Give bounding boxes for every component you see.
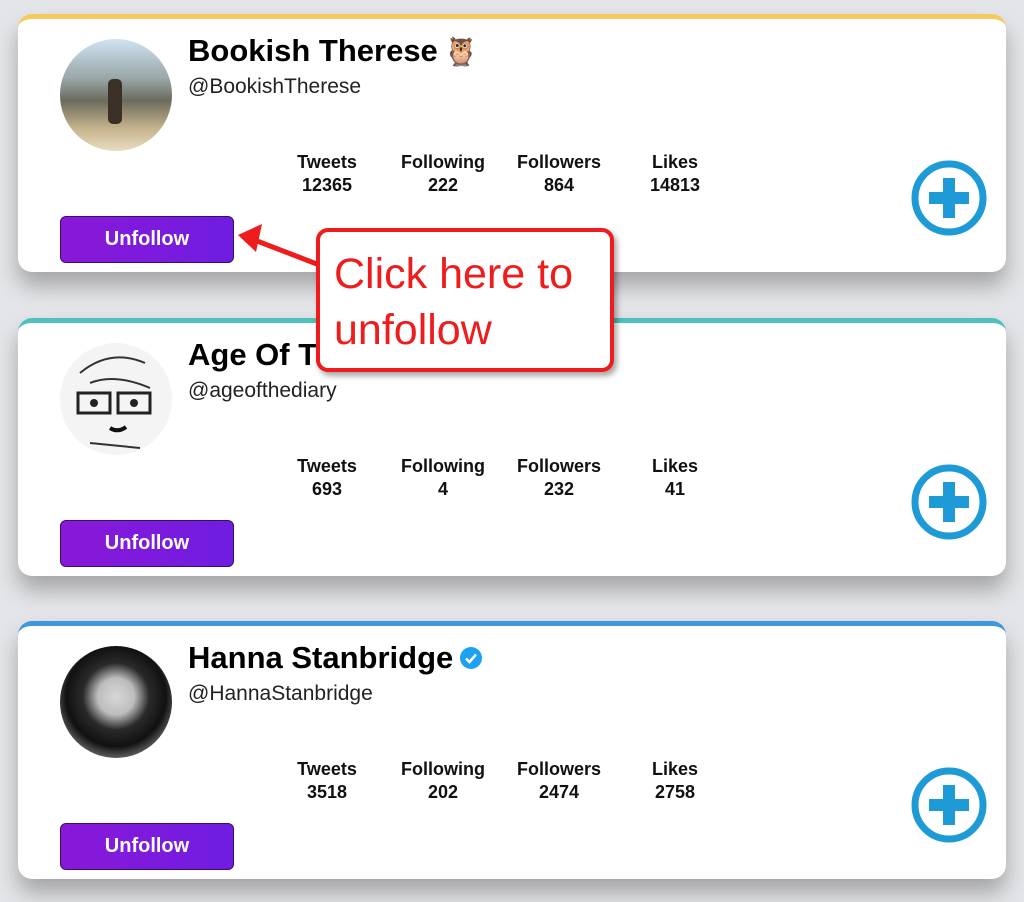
profile-handle: @ageofthediary <box>188 379 337 402</box>
plus-circle-icon[interactable] <box>910 159 988 237</box>
profile-name: Bookish Therese <box>188 33 438 68</box>
annotation-callout: Click here to unfollow <box>316 228 614 372</box>
stat-likes: Likes 41 <box>651 456 699 499</box>
stat-followers: Followers 232 <box>516 456 601 499</box>
stat-tweets: Tweets 3518 <box>297 759 357 802</box>
avatar <box>60 39 172 151</box>
stats: Tweets 693 Following 4 Followers 232 Likes 4… <box>269 455 733 501</box>
callout-line-1: Click here to <box>334 250 573 298</box>
verified-badge-icon <box>460 647 483 669</box>
stats: Tweets 12365 Following 222 Followers 864 Li… <box>269 151 733 197</box>
profile-name: Age Of T <box>188 337 318 372</box>
stat-following: Following 202 <box>401 759 485 802</box>
stat-likes: Likes 2758 <box>651 759 699 802</box>
profile-name: Hanna Stanbridge <box>188 640 454 675</box>
callout-line-2: unfollow <box>334 306 492 354</box>
avatar <box>60 646 172 758</box>
unfollow-button[interactable]: Unfollow <box>60 216 234 263</box>
unfollow-button[interactable]: Unfollow <box>60 520 234 567</box>
plus-circle-icon[interactable] <box>910 766 988 844</box>
profile-card: Hanna Stanbridge @HannaStanbridge Tweets… <box>18 621 1006 879</box>
stat-followers: Followers 864 <box>516 152 601 195</box>
owl-emoji-icon: 🦉 <box>443 35 479 67</box>
stat-following: Following 222 <box>401 152 485 195</box>
stat-tweets: Tweets 12365 <box>297 152 357 195</box>
stat-likes: Likes 14813 <box>649 152 701 195</box>
unfollow-button[interactable]: Unfollow <box>60 823 234 870</box>
plus-circle-icon[interactable] <box>910 463 988 541</box>
annotation-arrow-icon <box>238 224 323 269</box>
profile-handle: @HannaStanbridge <box>188 682 373 705</box>
stat-tweets: Tweets 693 <box>297 456 357 499</box>
stats: Tweets 3518 Following 202 Followers 2474 Li… <box>269 758 733 804</box>
avatar <box>60 343 172 455</box>
profile-handle: @BookishTherese <box>188 75 362 98</box>
stat-followers: Followers 2474 <box>516 759 601 802</box>
stat-following: Following 4 <box>401 456 485 499</box>
